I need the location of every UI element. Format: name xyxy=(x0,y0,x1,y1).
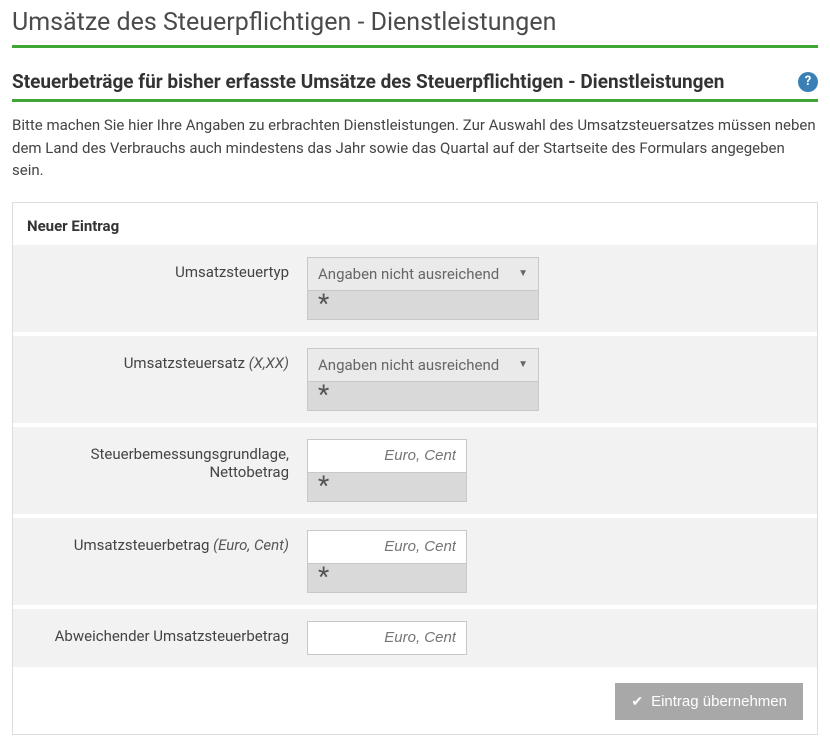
label-ust-satz: Umsatzsteuersatz (X,XX) xyxy=(27,348,307,372)
control-abweichend xyxy=(307,621,539,655)
mandatory-bemessung: * xyxy=(307,473,467,502)
control-bemessung: * xyxy=(307,439,539,502)
input-bemessung[interactable] xyxy=(307,439,467,473)
mandatory-ust-satz: * xyxy=(307,382,539,411)
page-title: Umsätze des Steuerpflichtigen - Dienstle… xyxy=(12,8,818,48)
intro-text: Bitte machen Sie hier Ihre Angaben zu er… xyxy=(12,114,818,182)
section-header: Steuerbeträge für bisher erfasste Umsätz… xyxy=(12,70,818,102)
row-ust-typ: Umsatzsteuertyp Angaben nicht ausreichen… xyxy=(13,245,817,332)
select-ust-satz[interactable]: Angaben nicht ausreichend ▼ xyxy=(307,348,539,382)
chevron-down-icon: ▼ xyxy=(518,359,528,370)
help-icon[interactable]: ? xyxy=(798,72,818,92)
row-bemessung: Steuerbemessungsgrundlage, Nettobetrag * xyxy=(13,427,817,514)
submit-entry-label: Eintrag übernehmen xyxy=(651,693,787,710)
control-ust-typ: Angaben nicht ausreichend ▼ * xyxy=(307,257,539,320)
label-bemessung: Steuerbemessungsgrundlage, Nettobetrag xyxy=(27,439,307,481)
label-ust-betrag: Umsatzsteuerbetrag (Euro, Cent) xyxy=(27,530,307,554)
row-abweichend: Abweichender Umsatzsteuerbetrag xyxy=(13,609,817,667)
chevron-down-icon: ▼ xyxy=(518,268,528,279)
check-icon: ✔ xyxy=(631,693,643,710)
label-ust-typ: Umsatzsteuertyp xyxy=(27,257,307,281)
new-entry-box: Neuer Eintrag Umsatzsteuertyp Angaben ni… xyxy=(12,202,818,735)
control-ust-satz: Angaben nicht ausreichend ▼ * xyxy=(307,348,539,411)
label-abweichend: Abweichender Umsatzsteuerbetrag xyxy=(27,621,307,645)
mandatory-ust-typ: * xyxy=(307,291,539,320)
input-ust-betrag[interactable] xyxy=(307,530,467,564)
select-ust-typ[interactable]: Angaben nicht ausreichend ▼ xyxy=(307,257,539,291)
entry-title: Neuer Eintrag xyxy=(13,213,817,245)
submit-bar: ✔ Eintrag übernehmen xyxy=(13,671,817,720)
input-abweichend[interactable] xyxy=(307,621,467,655)
row-ust-betrag: Umsatzsteuerbetrag (Euro, Cent) * xyxy=(13,518,817,605)
submit-entry-button[interactable]: ✔ Eintrag übernehmen xyxy=(615,683,803,720)
row-ust-satz: Umsatzsteuersatz (X,XX) Angaben nicht au… xyxy=(13,336,817,423)
control-ust-betrag: * xyxy=(307,530,539,593)
section-title: Steuerbeträge für bisher erfasste Umsätz… xyxy=(12,70,724,93)
select-ust-satz-value: Angaben nicht ausreichend xyxy=(318,356,499,374)
mandatory-ust-betrag: * xyxy=(307,564,467,593)
select-ust-typ-value: Angaben nicht ausreichend xyxy=(318,265,499,283)
